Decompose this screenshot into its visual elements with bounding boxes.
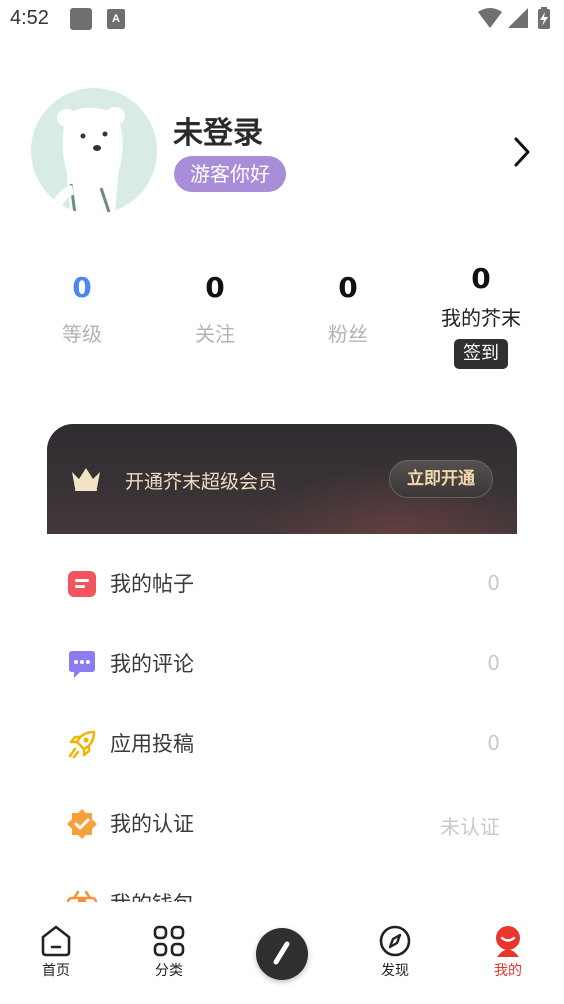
menu-item-verification[interactable]: 我的认证 未认证 [0, 784, 564, 864]
battery-icon [538, 7, 550, 29]
stat-level[interactable]: 0 等级 [22, 270, 142, 347]
nav-discover[interactable]: 发现 [355, 924, 435, 980]
comments-icon [69, 651, 95, 678]
bottom-nav: 首页 分类 发现 我的 [0, 902, 564, 1004]
verified-badge-icon [67, 809, 97, 839]
stat-following[interactable]: 0 关注 [155, 270, 275, 347]
posts-icon [68, 571, 96, 597]
menu-item-comments[interactable]: 我的评论 0 [0, 624, 564, 704]
avatar[interactable] [31, 88, 157, 214]
menu-value-submit-app: 0 [487, 731, 500, 755]
signal-icon [508, 8, 528, 28]
menu-label-submit-app: 应用投稿 [110, 732, 194, 756]
status-bar: 4:52 A [0, 0, 564, 40]
nav-mine[interactable]: 我的 [468, 924, 548, 980]
pen-icon [273, 941, 290, 965]
vip-card[interactable]: 开通芥末超级会员 立即开通 [47, 424, 517, 534]
status-time: 4:52 [10, 7, 49, 29]
rocket-icon [68, 730, 96, 759]
status-indicators [478, 7, 550, 29]
nav-home[interactable]: 首页 [16, 924, 96, 980]
stat-mustard[interactable]: 0 我的芥末 签到 [421, 262, 541, 369]
nav-category-label: 分类 [155, 963, 183, 979]
menu-label-comments: 我的评论 [110, 652, 194, 676]
publish-button[interactable] [256, 928, 308, 980]
menu-item-posts[interactable]: 我的帖子 0 [0, 544, 564, 624]
menu-value-posts: 0 [487, 571, 500, 595]
nav-discover-label: 发现 [381, 963, 409, 979]
username[interactable]: 未登录 [173, 108, 263, 152]
menu-label-verification: 我的认证 [110, 812, 194, 836]
fans-value: 0 [338, 271, 358, 304]
crown-icon [72, 468, 100, 491]
nav-mine-label: 我的 [494, 963, 522, 979]
nav-home-label: 首页 [42, 963, 70, 979]
notification-icon [70, 8, 92, 30]
app-notification-icon: A [107, 9, 125, 29]
menu-label-posts: 我的帖子 [110, 572, 194, 596]
compass-icon [379, 925, 411, 957]
menu-item-wallet[interactable]: 我的钱包 [0, 864, 564, 902]
nav-category[interactable]: 分类 [129, 924, 209, 980]
mustard-label: 我的芥末 [441, 306, 521, 330]
fans-label: 粉丝 [328, 322, 368, 346]
user-profile-icon [496, 926, 520, 957]
level-value: 0 [72, 271, 92, 304]
mustard-value: 0 [471, 262, 491, 295]
vip-text: 开通芥末超级会员 [125, 471, 278, 493]
signin-button[interactable]: 签到 [454, 339, 508, 369]
vip-open-button[interactable]: 立即开通 [389, 460, 493, 498]
wallet-icon [66, 890, 98, 902]
following-label: 关注 [195, 322, 235, 346]
menu-item-submit-app[interactable]: 应用投稿 0 [0, 704, 564, 784]
wifi-icon [478, 8, 502, 28]
chevron-right-icon[interactable] [506, 135, 536, 169]
menu-label-wallet: 我的钱包 [110, 888, 194, 902]
grid-icon [153, 925, 185, 957]
home-icon [41, 925, 71, 957]
menu-list: 我的帖子 0 我的评论 0 应用投稿 0 我的认证 未认证 [0, 544, 564, 902]
following-value: 0 [205, 271, 225, 304]
bear-avatar-icon [31, 88, 157, 214]
guest-badge: 游客你好 [174, 156, 286, 192]
stat-fans[interactable]: 0 粉丝 [288, 270, 408, 347]
level-label: 等级 [62, 322, 102, 346]
menu-value-comments: 0 [487, 651, 500, 675]
menu-value-verification: 未认证 [440, 815, 500, 839]
